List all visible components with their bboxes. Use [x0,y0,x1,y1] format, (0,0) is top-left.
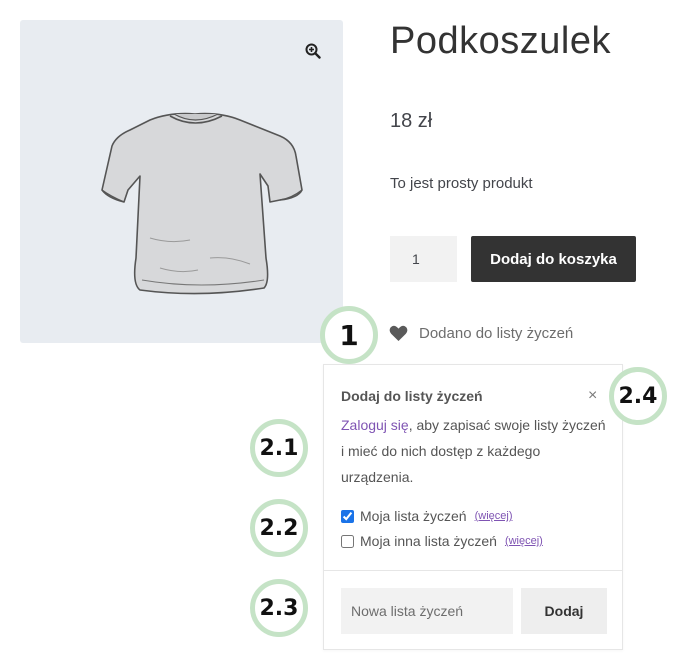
wishlist-checkbox[interactable] [341,509,354,523]
wishlist-option-label: Moja lista życzeń [360,508,467,524]
product-title: Podkoszulek [390,20,611,62]
zoom-button[interactable] [296,34,330,68]
wishlist-status-text: Dodano do listy życzeń [419,325,574,342]
heart-icon [389,325,408,342]
popup-title: Dodaj do listy życzeń [341,388,483,404]
wishlist-more-link[interactable]: (więcej) [505,535,543,547]
wishlist-checkbox[interactable] [341,534,354,548]
wishlist-status[interactable]: Dodano do listy życzeń [389,325,573,342]
new-list-input[interactable] [341,588,513,634]
annotation-marker-2-4: 2.4 [609,367,667,425]
annotation-marker-2-3: 2.3 [250,579,308,637]
wishlist-popup: Dodaj do listy życzeń × Zaloguj się, aby… [323,364,623,650]
wishlist-option[interactable]: Moja inna lista życzeń (więcej) [341,533,543,549]
add-list-button[interactable]: Dodaj [521,588,607,634]
close-icon[interactable]: × [588,387,597,405]
add-to-cart-button[interactable]: Dodaj do koszyka [471,236,636,282]
wishlist-more-link[interactable]: (więcej) [475,510,513,522]
quantity-input[interactable] [390,236,457,282]
wishlist-option[interactable]: Moja lista życzeń (więcej) [341,508,513,524]
popup-divider [324,570,622,571]
product-price: 18 zł [390,110,433,132]
product-image[interactable] [20,20,343,343]
product-description: To jest prosty produkt [390,175,533,192]
magnifier-plus-icon [305,43,321,59]
wishlist-option-label: Moja inna lista życzeń [360,533,497,549]
tshirt-image [101,112,303,295]
login-message: Zaloguj się, aby zapisać swoje listy życ… [341,412,611,490]
annotation-marker-2-1: 2.1 [250,419,308,477]
login-link[interactable]: Zaloguj się [341,417,409,433]
annotation-marker-1: 1 [320,306,378,364]
annotation-marker-2-2: 2.2 [250,499,308,557]
